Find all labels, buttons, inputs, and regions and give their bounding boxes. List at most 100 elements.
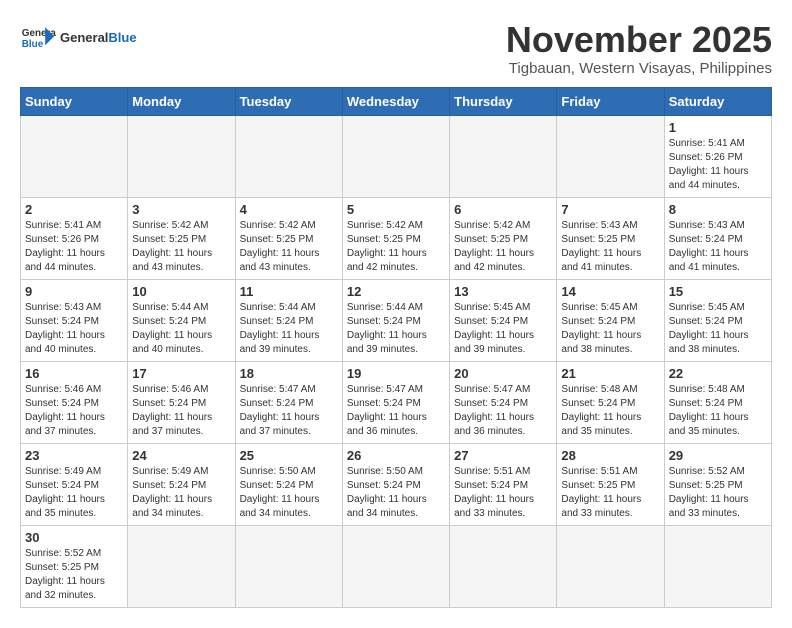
day-info: Sunrise: 5:41 AM Sunset: 5:26 PM Dayligh… — [669, 137, 767, 193]
calendar-cell — [342, 115, 449, 197]
day-number: 5 — [347, 202, 445, 217]
day-number: 18 — [240, 366, 338, 381]
day-info: Sunrise: 5:42 AM Sunset: 5:25 PM Dayligh… — [240, 219, 338, 275]
day-info: Sunrise: 5:43 AM Sunset: 5:24 PM Dayligh… — [25, 301, 123, 357]
calendar-week-row: 9Sunrise: 5:43 AM Sunset: 5:24 PM Daylig… — [21, 279, 772, 361]
day-number: 10 — [132, 284, 230, 299]
svg-text:Blue: Blue — [22, 39, 44, 50]
day-info: Sunrise: 5:45 AM Sunset: 5:24 PM Dayligh… — [561, 301, 659, 357]
calendar-cell — [235, 525, 342, 607]
calendar-cell: 9Sunrise: 5:43 AM Sunset: 5:24 PM Daylig… — [21, 279, 128, 361]
day-info: Sunrise: 5:48 AM Sunset: 5:24 PM Dayligh… — [669, 383, 767, 439]
calendar-header-row: SundayMondayTuesdayWednesdayThursdayFrid… — [21, 87, 772, 115]
day-info: Sunrise: 5:49 AM Sunset: 5:24 PM Dayligh… — [25, 465, 123, 521]
day-info: Sunrise: 5:42 AM Sunset: 5:25 PM Dayligh… — [132, 219, 230, 275]
day-number: 1 — [669, 120, 767, 135]
logo: General Blue GeneralBlue — [20, 20, 137, 56]
calendar-cell — [235, 115, 342, 197]
logo-blue: Blue — [108, 30, 136, 45]
location: Tigbauan, Western Visayas, Philippines — [506, 60, 772, 77]
calendar-cell: 10 Sunrise: 5:44 AM Sunset: 5:24 PM Dayli… — [128, 279, 235, 361]
day-number: 11 — [240, 284, 338, 299]
title-block: November 2025 Tigbauan, Western Visayas,… — [506, 20, 772, 77]
day-info: Sunrise: 5:46 AM Sunset: 5:24 PM Dayligh… — [132, 383, 230, 439]
day-number: 8 — [669, 202, 767, 217]
day-info: Sunrise: 5:44 AM Sunset: 5:24 PM Dayligh… — [132, 301, 230, 357]
day-info: Sunrise: 5:45 AM Sunset: 5:24 PM Dayligh… — [454, 301, 552, 357]
day-info: Sunrise: 5:52 AM Sunset: 5:25 PM Dayligh… — [25, 547, 123, 603]
day-number: 20 — [454, 366, 552, 381]
calendar-cell: 5 Sunrise: 5:42 AM Sunset: 5:25 PM Daylig… — [342, 197, 449, 279]
day-number: 22 — [669, 366, 767, 381]
weekday-header: Tuesday — [235, 87, 342, 115]
calendar-week-row: 23 Sunrise: 5:49 AM Sunset: 5:24 PM Dayli… — [21, 443, 772, 525]
day-number: 4 — [240, 202, 338, 217]
calendar-cell: 3 Sunrise: 5:42 AM Sunset: 5:25 PM Daylig… — [128, 197, 235, 279]
calendar-cell: 1 Sunrise: 5:41 AM Sunset: 5:26 PM Daylig… — [664, 115, 771, 197]
day-number: 14 — [561, 284, 659, 299]
calendar-cell: 2Sunrise: 5:41 AM Sunset: 5:26 PM Daylig… — [21, 197, 128, 279]
calendar-cell: 22 Sunrise: 5:48 AM Sunset: 5:24 PM Dayli… — [664, 361, 771, 443]
calendar-cell: 20 Sunrise: 5:47 AM Sunset: 5:24 PM Dayli… — [450, 361, 557, 443]
calendar-cell: 17 Sunrise: 5:46 AM Sunset: 5:24 PM Dayli… — [128, 361, 235, 443]
day-number: 13 — [454, 284, 552, 299]
calendar-cell — [128, 115, 235, 197]
weekday-header: Wednesday — [342, 87, 449, 115]
day-info: Sunrise: 5:47 AM Sunset: 5:24 PM Dayligh… — [454, 383, 552, 439]
calendar-cell: 23 Sunrise: 5:49 AM Sunset: 5:24 PM Dayli… — [21, 443, 128, 525]
calendar-cell: 25 Sunrise: 5:50 AM Sunset: 5:24 PM Dayli… — [235, 443, 342, 525]
day-number: 26 — [347, 448, 445, 463]
day-number: 23 — [25, 448, 123, 463]
day-number: 21 — [561, 366, 659, 381]
day-info: Sunrise: 5:47 AM Sunset: 5:24 PM Dayligh… — [347, 383, 445, 439]
day-number: 24 — [132, 448, 230, 463]
day-info: Sunrise: 5:44 AM Sunset: 5:24 PM Dayligh… — [240, 301, 338, 357]
day-info: Sunrise: 5:49 AM Sunset: 5:24 PM Dayligh… — [132, 465, 230, 521]
day-info: Sunrise: 5:52 AM Sunset: 5:25 PM Dayligh… — [669, 465, 767, 521]
day-info: Sunrise: 5:50 AM Sunset: 5:24 PM Dayligh… — [347, 465, 445, 521]
day-info: Sunrise: 5:44 AM Sunset: 5:24 PM Dayligh… — [347, 301, 445, 357]
day-info: Sunrise: 5:51 AM Sunset: 5:25 PM Dayligh… — [561, 465, 659, 521]
calendar-cell: 11 Sunrise: 5:44 AM Sunset: 5:24 PM Dayli… — [235, 279, 342, 361]
weekday-header: Monday — [128, 87, 235, 115]
calendar-cell: 30 Sunrise: 5:52 AM Sunset: 5:25 PM Dayli… — [21, 525, 128, 607]
calendar-cell: 6Sunrise: 5:42 AM Sunset: 5:25 PM Daylig… — [450, 197, 557, 279]
calendar-cell: 28 Sunrise: 5:51 AM Sunset: 5:25 PM Dayli… — [557, 443, 664, 525]
calendar-cell — [21, 115, 128, 197]
calendar-cell — [557, 525, 664, 607]
day-number: 16 — [25, 366, 123, 381]
weekday-header: Saturday — [664, 87, 771, 115]
calendar-cell: 16 Sunrise: 5:46 AM Sunset: 5:24 PM Dayli… — [21, 361, 128, 443]
calendar-cell: 4 Sunrise: 5:42 AM Sunset: 5:25 PM Daylig… — [235, 197, 342, 279]
day-number: 25 — [240, 448, 338, 463]
calendar-cell: 8Sunrise: 5:43 AM Sunset: 5:24 PM Daylig… — [664, 197, 771, 279]
calendar-table: SundayMondayTuesdayWednesdayThursdayFrid… — [20, 87, 772, 608]
day-info: Sunrise: 5:42 AM Sunset: 5:25 PM Dayligh… — [347, 219, 445, 275]
weekday-header: Sunday — [21, 87, 128, 115]
calendar-cell: 18 Sunrise: 5:47 AM Sunset: 5:24 PM Dayli… — [235, 361, 342, 443]
day-number: 17 — [132, 366, 230, 381]
calendar-week-row: 2Sunrise: 5:41 AM Sunset: 5:26 PM Daylig… — [21, 197, 772, 279]
day-number: 3 — [132, 202, 230, 217]
calendar-cell — [450, 115, 557, 197]
calendar-cell: 29 Sunrise: 5:52 AM Sunset: 5:25 PM Dayli… — [664, 443, 771, 525]
calendar-cell — [450, 525, 557, 607]
calendar-cell: 27Sunrise: 5:51 AM Sunset: 5:24 PM Dayli… — [450, 443, 557, 525]
day-number: 28 — [561, 448, 659, 463]
day-number: 30 — [25, 530, 123, 545]
day-info: Sunrise: 5:47 AM Sunset: 5:24 PM Dayligh… — [240, 383, 338, 439]
day-info: Sunrise: 5:50 AM Sunset: 5:24 PM Dayligh… — [240, 465, 338, 521]
day-info: Sunrise: 5:42 AM Sunset: 5:25 PM Dayligh… — [454, 219, 552, 275]
day-number: 7 — [561, 202, 659, 217]
day-info: Sunrise: 5:41 AM Sunset: 5:26 PM Dayligh… — [25, 219, 123, 275]
calendar-week-row: 30 Sunrise: 5:52 AM Sunset: 5:25 PM Dayli… — [21, 525, 772, 607]
calendar-week-row: 1 Sunrise: 5:41 AM Sunset: 5:26 PM Daylig… — [21, 115, 772, 197]
day-number: 29 — [669, 448, 767, 463]
day-info: Sunrise: 5:46 AM Sunset: 5:24 PM Dayligh… — [25, 383, 123, 439]
weekday-header: Friday — [557, 87, 664, 115]
calendar-cell: 12Sunrise: 5:44 AM Sunset: 5:24 PM Dayli… — [342, 279, 449, 361]
day-info: Sunrise: 5:48 AM Sunset: 5:24 PM Dayligh… — [561, 383, 659, 439]
month-title: November 2025 — [506, 20, 772, 60]
calendar-cell: 13 Sunrise: 5:45 AM Sunset: 5:24 PM Dayli… — [450, 279, 557, 361]
day-number: 19 — [347, 366, 445, 381]
